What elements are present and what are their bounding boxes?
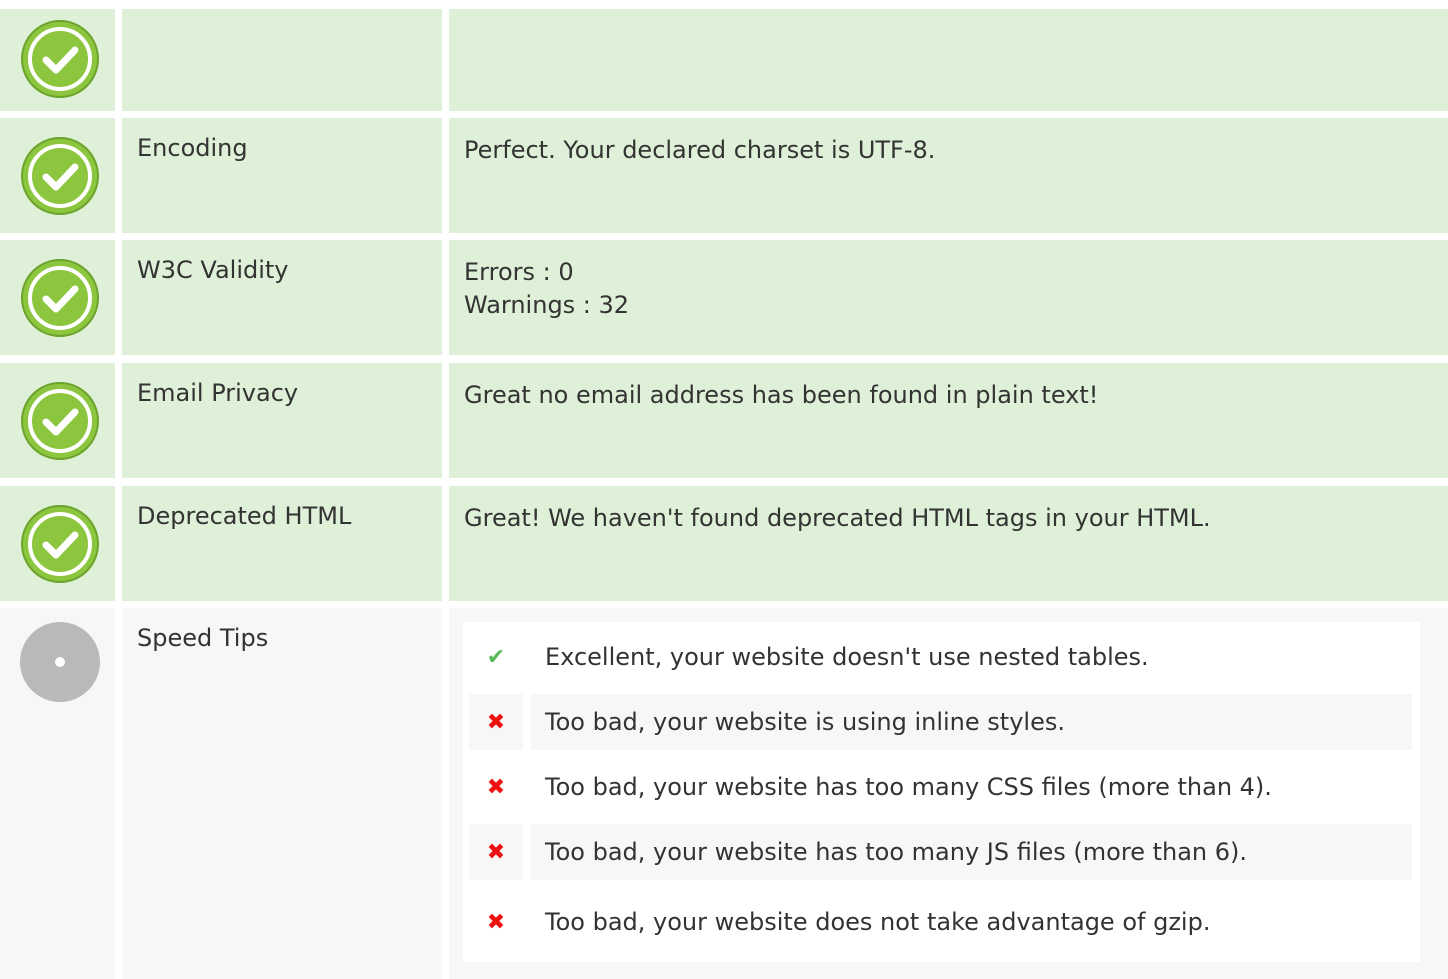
report-row-encoding: Encoding Perfect. Your declared charset … [0,118,1448,233]
row-value: Errors : 0 Warnings : 32 [449,240,1448,355]
cross-icon: ✖ [486,774,506,800]
row-label: Encoding [122,118,442,233]
row-value: Great no email address has been found in… [449,363,1448,478]
row-label [122,9,442,111]
row-value: Great! We haven't found deprecated HTML … [449,486,1448,601]
report-row [0,9,1448,111]
check-circle-icon [20,381,100,461]
speed-tips-list: ✔ Excellent, your website doesn't use ne… [463,622,1420,962]
list-item: ✖ Too bad, your website has too many CSS… [463,752,1420,822]
speed-tips-panel: ✔ Excellent, your website doesn't use ne… [449,608,1448,979]
report-row-w3c-validity: W3C Validity Errors : 0 Warnings : 32 [0,240,1448,355]
report-row-speed-tips: Speed Tips ✔ Excellent, your website doe… [0,608,1448,979]
seo-report: Encoding Perfect. Your declared charset … [0,0,1448,979]
list-item: ✔ Excellent, your website doesn't use ne… [463,622,1420,692]
cross-icon: ✖ [469,694,523,750]
cross-icon: ✖ [469,824,523,880]
row-value [449,9,1448,111]
row-label: Speed Tips [122,608,442,979]
list-item: ✖ Too bad, your website does not take ad… [463,882,1420,962]
list-item: ✖ Too bad, your website is using inline … [463,692,1420,752]
cross-icon: ✖ [486,909,506,935]
row-label: Email Privacy [122,363,442,478]
check-circle-icon [20,136,100,216]
check-circle-icon [20,258,100,338]
checkmark-icon: ✔ [469,629,523,685]
row-label: Deprecated HTML [122,486,442,601]
report-row-deprecated-html: Deprecated HTML Great! We haven't found … [0,486,1448,601]
row-value: Perfect. Your declared charset is UTF-8. [449,118,1448,233]
list-item: ✖ Too bad, your website has too many JS … [463,822,1420,882]
row-label: W3C Validity [122,240,442,355]
report-row-email-privacy: Email Privacy Great no email address has… [0,363,1448,478]
check-circle-icon [20,19,100,99]
check-circle-icon [20,504,100,584]
neutral-circle-icon [20,622,100,702]
